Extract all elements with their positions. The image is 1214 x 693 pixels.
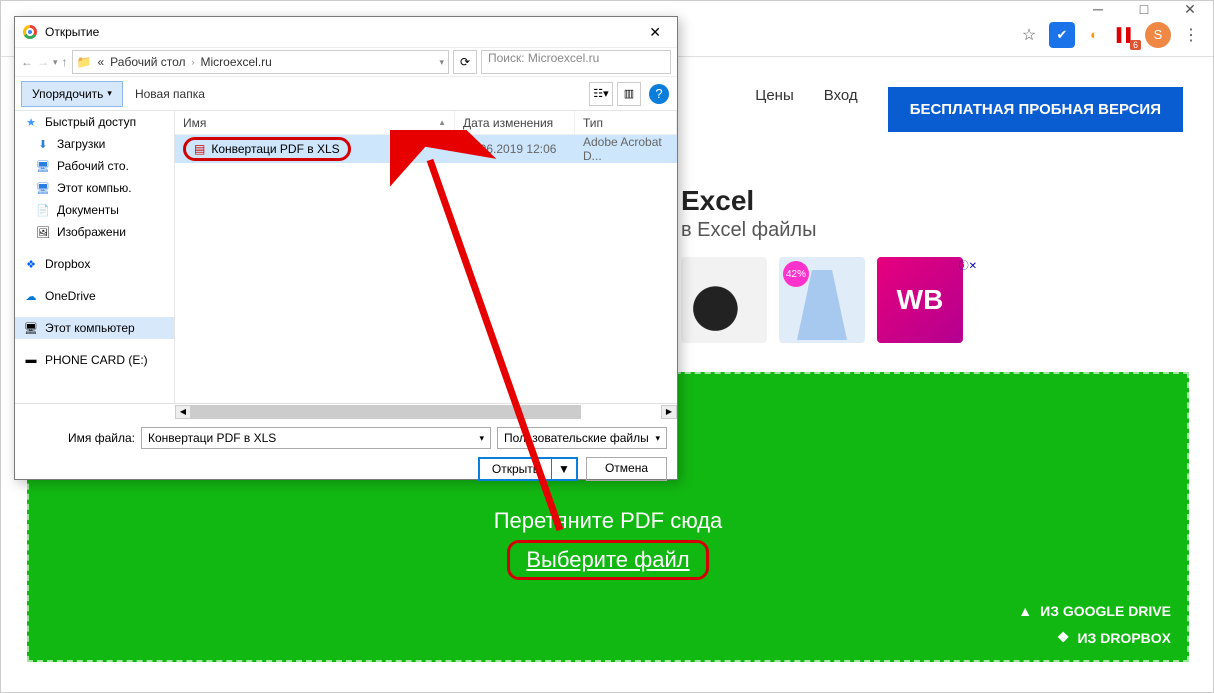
ad-wb[interactable]: WB: [877, 257, 963, 343]
ad-dress[interactable]: 42%: [779, 257, 865, 343]
new-folder-button[interactable]: Новая папка: [135, 87, 205, 101]
dropbox-icon: ❖: [23, 256, 39, 272]
dialog-titlebar: Открытие ✕: [15, 17, 677, 47]
minimize-button[interactable]: ─: [1075, 1, 1121, 13]
nav-back-button[interactable]: ←: [21, 55, 33, 69]
file-highlight: ▤ Конвертаци PDF в XLS: [183, 137, 351, 161]
chevron-down-icon: ▾: [655, 433, 660, 444]
nav-downloads[interactable]: ⬇Загрузки: [15, 133, 174, 155]
dialog-body: ★Быстрый доступ ⬇Загрузки 🖥Рабочий сто. …: [15, 111, 677, 403]
page-subtitle: в Excel файлы: [681, 219, 816, 242]
help-icon[interactable]: ?: [649, 84, 669, 104]
file-open-dialog: Открытие ✕ ← → ▾ ↑ 📁 « Рабочий стол › Mi…: [14, 16, 678, 480]
chrome-icon: [23, 25, 37, 39]
prices-link[interactable]: Цены: [755, 87, 794, 104]
nav-quick-access[interactable]: ★Быстрый доступ: [15, 111, 174, 133]
col-type-header[interactable]: Тип: [575, 111, 677, 134]
from-gdrive[interactable]: ▲ИЗ GOOGLE DRIVE: [1018, 603, 1171, 619]
dialog-footer: Имя файла: Конвертаци PDF в XLS▾ Пользов…: [15, 419, 677, 489]
chrome-titlebar: ─ □ ✕: [1, 1, 1213, 13]
file-date: 13.06.2019 12:06: [455, 142, 575, 156]
from-dropbox[interactable]: ❖ИЗ DROPBOX: [1018, 629, 1171, 646]
bookmark-star-icon[interactable]: ☆: [1015, 21, 1043, 49]
nav-tree: ★Быстрый доступ ⬇Загрузки 🖥Рабочий сто. …: [15, 111, 175, 403]
preview-pane-button[interactable]: ▥: [617, 82, 641, 106]
ad-strip: 42% WB ⓘ✕: [681, 257, 963, 343]
file-name: Конвертаци PDF в XLS: [211, 142, 339, 156]
nav-images[interactable]: 🖼Изображени: [15, 221, 174, 243]
maximize-button[interactable]: □: [1121, 1, 1167, 13]
path-box[interactable]: 📁 « Рабочий стол › Microexcel.ru ▾: [72, 50, 449, 74]
pc-icon: 🖥: [23, 320, 39, 336]
choose-file-link[interactable]: Выберите файл: [507, 540, 708, 580]
onedrive-icon: ☁: [23, 288, 39, 304]
dialog-close-button[interactable]: ✕: [641, 24, 669, 41]
scroll-right-button[interactable]: ▶: [661, 405, 677, 419]
chevron-down-icon[interactable]: ▾: [479, 433, 484, 444]
dialog-path-bar: ← → ▾ ↑ 📁 « Рабочий стол › Microexcel.ru…: [15, 47, 677, 77]
ad-shoe[interactable]: [681, 257, 767, 343]
filename-input[interactable]: Конвертаци PDF в XLS▾: [141, 427, 491, 449]
nav-recent-button[interactable]: ▾: [53, 57, 58, 68]
extension-icon[interactable]: ◐: [1081, 22, 1107, 48]
filetype-filter[interactable]: Пользовательские файлы▾: [497, 427, 667, 449]
dialog-toolbar: Упорядочить▾ Новая папка ☷▾ ▥ ?: [15, 77, 677, 111]
nav-desktop[interactable]: 🖥Рабочий сто.: [15, 155, 174, 177]
scroll-left-button[interactable]: ◀: [175, 405, 191, 419]
downloads-icon: ⬇: [35, 136, 51, 152]
nav-thispc-pinned[interactable]: 🖥Этот компью.: [15, 177, 174, 199]
nav-phone-card[interactable]: ▬PHONE CARD (E:): [15, 349, 174, 371]
file-type: Adobe Acrobat D...: [575, 135, 677, 163]
login-link[interactable]: Вход: [824, 87, 858, 104]
adchoices-icon[interactable]: ⓘ✕: [959, 257, 977, 272]
desktop-icon: 🖥: [35, 158, 51, 174]
horizontal-scrollbar[interactable]: ◀▶: [15, 403, 677, 419]
nav-documents[interactable]: 📄Документы: [15, 199, 174, 221]
folder-icon: 📁: [77, 55, 92, 69]
nav-this-pc[interactable]: 🖥Этот компьютер: [15, 317, 174, 339]
view-mode-button[interactable]: ☷▾: [589, 82, 613, 106]
pc-icon: 🖥: [35, 180, 51, 196]
page-title: Excel: [681, 185, 754, 217]
images-icon: 🖼: [35, 224, 51, 240]
chevron-right-icon: ›: [192, 57, 195, 67]
breadcrumb-seg[interactable]: Microexcel.ru: [201, 55, 272, 69]
nav-dropbox[interactable]: ❖Dropbox: [15, 253, 174, 275]
extension-icon[interactable]: ✔: [1049, 22, 1075, 48]
organize-button[interactable]: Упорядочить▾: [21, 81, 123, 107]
open-dropdown-button[interactable]: ▼: [552, 459, 576, 479]
column-headers: Имя▲ Дата изменения Тип: [175, 111, 677, 135]
file-row-selected[interactable]: ▤ Конвертаци PDF в XLS 13.06.2019 12:06 …: [175, 135, 677, 163]
free-trial-button[interactable]: БЕСПЛАТНАЯ ПРОБНАЯ ВЕРСИЯ: [888, 87, 1183, 132]
cancel-button[interactable]: Отмена: [586, 457, 667, 481]
col-name-header[interactable]: Имя▲: [175, 111, 455, 134]
nav-up-button[interactable]: ↑: [62, 55, 68, 69]
file-list: Имя▲ Дата изменения Тип ▤ Конвертаци PDF…: [175, 111, 677, 403]
dropbox-icon: ❖: [1057, 629, 1070, 646]
scroll-thumb[interactable]: [191, 405, 581, 419]
chrome-menu-icon[interactable]: ⋮: [1177, 21, 1205, 49]
drive-icon: ▬: [23, 352, 39, 368]
dialog-title: Открытие: [45, 25, 99, 39]
close-button[interactable]: ✕: [1167, 1, 1213, 13]
drop-instruction: Перетяните PDF сюда: [494, 508, 723, 534]
gdrive-icon: ▲: [1018, 603, 1032, 619]
profile-avatar[interactable]: S: [1145, 22, 1171, 48]
breadcrumb-seg[interactable]: Рабочий стол: [110, 55, 185, 69]
nav-onedrive[interactable]: ☁OneDrive: [15, 285, 174, 307]
star-icon: ★: [23, 114, 39, 130]
cloud-sources: ▲ИЗ GOOGLE DRIVE ❖ИЗ DROPBOX: [1018, 593, 1171, 646]
filename-label: Имя файла:: [25, 431, 135, 445]
nav-forward-button[interactable]: →: [37, 55, 49, 69]
chevron-down-icon[interactable]: ▾: [439, 57, 444, 68]
open-button[interactable]: Открыть▼: [478, 457, 578, 481]
documents-icon: 📄: [35, 202, 51, 218]
search-input[interactable]: Поиск: Microexcel.ru: [481, 50, 671, 74]
refresh-button[interactable]: ⟳: [453, 50, 477, 74]
extension-icon-badge[interactable]: ▌▌: [1113, 22, 1139, 48]
col-date-header[interactable]: Дата изменения: [455, 111, 575, 134]
pdf-file-icon: ▤: [194, 142, 205, 156]
sort-indicator-icon: ▲: [438, 118, 446, 127]
